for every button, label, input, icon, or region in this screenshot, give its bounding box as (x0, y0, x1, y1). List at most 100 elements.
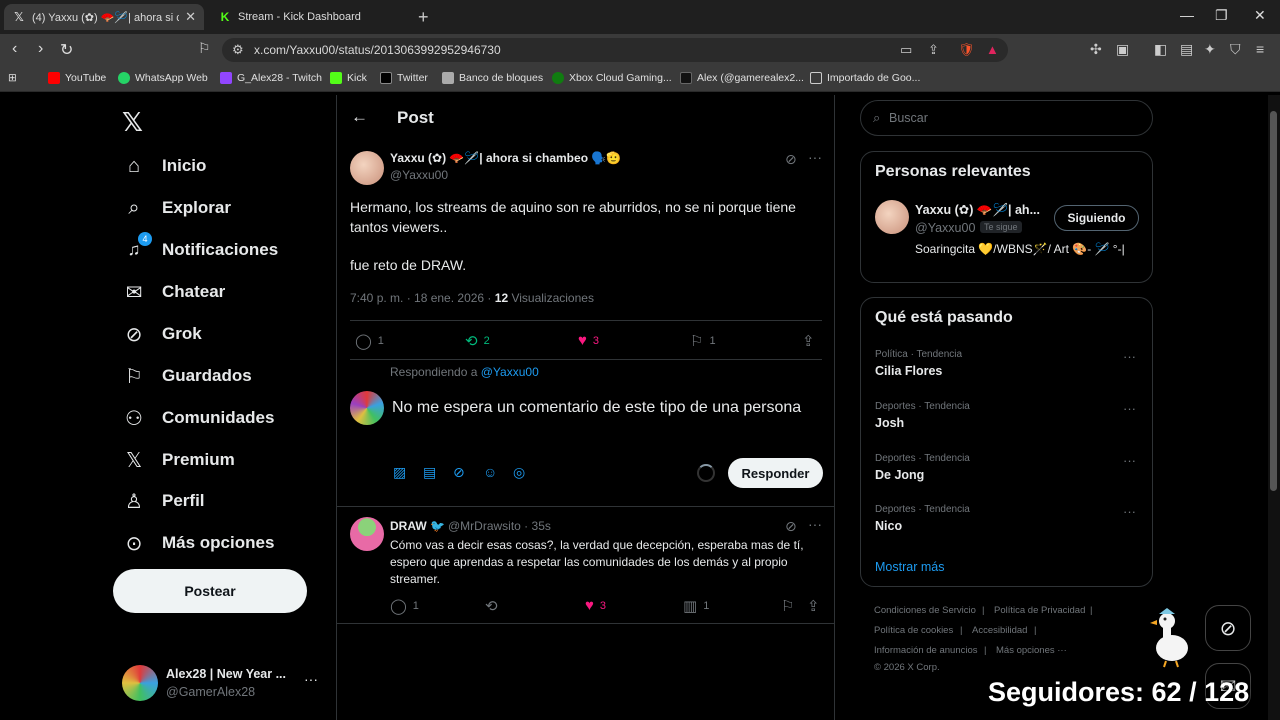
sidebar-toggle-icon[interactable]: ◧ (1154, 41, 1167, 58)
forward-icon[interactable]: › (38, 40, 43, 58)
footer-link-more[interactable]: Más opciones ··· (996, 645, 1067, 656)
nav-item-premium[interactable]: 𝕏 Premium (122, 445, 235, 475)
tab-twitter-post[interactable]: 𝕏 (4) Yaxxu (✿) 🪭🪡| ahora si cha ✕ (4, 4, 204, 30)
leo-ai-icon[interactable]: ✦ (1204, 41, 1216, 58)
grok-float-button[interactable]: ⊘ (1205, 605, 1251, 651)
share-action[interactable]: ⇪ (802, 332, 821, 350)
vpn-icon[interactable]: ⛉ (1230, 41, 1241, 58)
person-handle[interactable]: @Yaxxu00 (915, 221, 975, 235)
footer-link-terms[interactable]: Condiciones de Servicio (874, 605, 976, 616)
bookmark-twitter[interactable]: Twitter (380, 72, 428, 84)
bookmark-action[interactable]: ⚐ (781, 597, 800, 615)
grok-icon[interactable]: ⊘ (785, 518, 797, 535)
tweet-timestamp[interactable]: 7:40 p. m. · 18 ene. 2026 · (350, 291, 495, 305)
extensions-icon[interactable]: ✣ (1090, 41, 1102, 58)
bookmark-page-icon[interactable]: ⚐ (198, 40, 211, 57)
address-bar[interactable]: ⚙ x.com/Yaxxu00/status/20130639929529467… (222, 38, 1008, 62)
apps-grid-icon[interactable]: ⊞ (8, 72, 17, 84)
grok-compose-icon[interactable]: ⊘ (453, 464, 465, 481)
footer-link-ads-info[interactable]: Información de anuncios (874, 645, 978, 656)
wallet-icon[interactable]: ▤ (1180, 41, 1193, 58)
maximize-icon[interactable]: ❐ (1215, 7, 1228, 24)
trend-name[interactable]: Josh (875, 416, 904, 430)
nav-item-guardados[interactable]: ⚐ Guardados (122, 361, 252, 391)
bookmark-tiktok[interactable]: Alex (@gamerealex2... (680, 72, 804, 84)
repost-action[interactable]: ⟲ 2 (465, 332, 490, 350)
nav-item-grok[interactable]: ⊘ Grok (122, 319, 202, 349)
nav-item-notificaciones[interactable]: ♫ 4 Notificaciones (122, 232, 278, 265)
nav-item-comunidades[interactable]: ⚇ Comunidades (122, 403, 274, 433)
bookmark-folder-imported[interactable]: Importado de Goo... (810, 72, 920, 84)
bookmark-whatsapp[interactable]: WhatsApp Web (118, 72, 208, 84)
trend-name[interactable]: Nico (875, 519, 902, 533)
search-box[interactable]: ⌕ Buscar (860, 100, 1153, 136)
post-button[interactable]: Postear (113, 569, 307, 613)
cast-icon[interactable]: ▭ (900, 42, 912, 58)
new-tab-icon[interactable]: + (418, 7, 429, 28)
reply-textbox[interactable]: No me espera un comentario de este tipo … (392, 397, 812, 418)
more-icon[interactable]: ··· (304, 671, 318, 687)
avatar[interactable] (875, 200, 909, 234)
reply-button[interactable]: Responder (728, 458, 823, 488)
emoji-icon[interactable]: ☺ (483, 464, 497, 480)
footer-link-cookies[interactable]: Política de cookies (874, 625, 953, 636)
close-window-icon[interactable]: ✕ (1254, 7, 1266, 24)
tab-kick-dashboard[interactable]: K Stream - Kick Dashboard (210, 4, 410, 30)
footer-link-privacy[interactable]: Política de Privacidad (994, 605, 1085, 616)
views-action[interactable]: ▥ 1 (683, 597, 709, 615)
nav-item-explorar[interactable]: ⌕ Explorar (122, 193, 231, 223)
x-logo-icon[interactable]: 𝕏 (122, 107, 143, 138)
like-action[interactable]: ♥ 3 (585, 597, 606, 614)
brave-shield-icon[interactable]: 🛡 (958, 42, 975, 58)
repost-action[interactable]: ⟲ (485, 597, 504, 615)
search-input[interactable]: Buscar (889, 111, 928, 125)
trend-name[interactable]: De Jong (875, 468, 924, 482)
back-icon[interactable]: ‹ (12, 40, 17, 58)
scrollbar-thumb[interactable] (1270, 111, 1277, 491)
more-icon[interactable]: ··· (808, 516, 822, 532)
more-icon[interactable]: ··· (1123, 401, 1136, 416)
brave-rewards-icon[interactable]: ▲ (986, 42, 999, 57)
gif-icon[interactable]: ▤ (423, 464, 436, 481)
following-button[interactable]: Siguiendo (1054, 205, 1139, 231)
back-arrow-icon[interactable]: ← (351, 107, 368, 127)
menu-icon[interactable]: ≡ (1256, 41, 1264, 57)
bookmark-xbox-cloud[interactable]: Xbox Cloud Gaming... (552, 72, 672, 84)
bookmark-action[interactable]: ⚐ 1 (690, 332, 716, 350)
tweet-author-avatar[interactable] (350, 151, 384, 185)
nav-item-inicio[interactable]: ⌂ Inicio (122, 151, 206, 181)
nav-item-chatear[interactable]: ✉ Chatear (122, 277, 226, 307)
nav-item-perfil[interactable]: ♙ Perfil (122, 486, 205, 516)
bookmark-youtube[interactable]: YouTube (48, 72, 106, 84)
account-switcher[interactable]: Alex28 | New Year ... @GamerAlex28 ··· (122, 665, 322, 705)
share-action[interactable]: ⇪ (807, 597, 826, 615)
share-icon[interactable]: ⇪ (928, 42, 939, 58)
reply-action[interactable]: ◯ 1 (390, 597, 419, 615)
reply-author-name[interactable]: DRAW 🐦 (390, 519, 445, 533)
more-icon[interactable]: ··· (1123, 453, 1136, 468)
grok-icon[interactable]: ⊘ (785, 151, 797, 168)
reply-author-handle[interactable]: @MrDrawsito · 35s (448, 519, 551, 533)
minimize-icon[interactable]: — (1180, 7, 1194, 23)
media-icon[interactable]: ▣ (1116, 41, 1129, 58)
bookmark-banco-bloques[interactable]: Banco de bloques (442, 72, 543, 84)
person-name[interactable]: Yaxxu (✿) 🪭🪡| ah... (915, 202, 1040, 218)
reply-author-avatar[interactable] (350, 517, 384, 551)
footer-link-accessibility[interactable]: Accesibilidad (972, 625, 1027, 636)
nav-item-mas-opciones[interactable]: ⊙ Más opciones (122, 528, 275, 558)
site-info-icon[interactable]: ⚙ (232, 42, 244, 58)
replying-handle[interactable]: @Yaxxu00 (481, 365, 539, 379)
show-more-link[interactable]: Mostrar más (875, 560, 944, 574)
bookmark-twitch[interactable]: G_Alex28 - Twitch (220, 72, 322, 84)
close-tab-icon[interactable]: ✕ (185, 9, 196, 25)
image-icon[interactable]: ▨ (393, 464, 406, 481)
bookmark-kick[interactable]: Kick (330, 72, 367, 84)
more-icon[interactable]: ··· (1123, 349, 1136, 364)
like-action[interactable]: ♥ 3 (578, 332, 599, 349)
reload-icon[interactable]: ↻ (60, 40, 73, 60)
trend-name[interactable]: Cilia Flores (875, 364, 942, 378)
scrollbar[interactable] (1268, 95, 1280, 720)
tweet-author-name[interactable]: Yaxxu (✿) 🪭🪡| ahora si chambeo 🗣️🫡 (390, 151, 621, 165)
tweet-author-handle[interactable]: @Yaxxu00 (390, 168, 448, 182)
more-icon[interactable]: ··· (1123, 504, 1136, 519)
